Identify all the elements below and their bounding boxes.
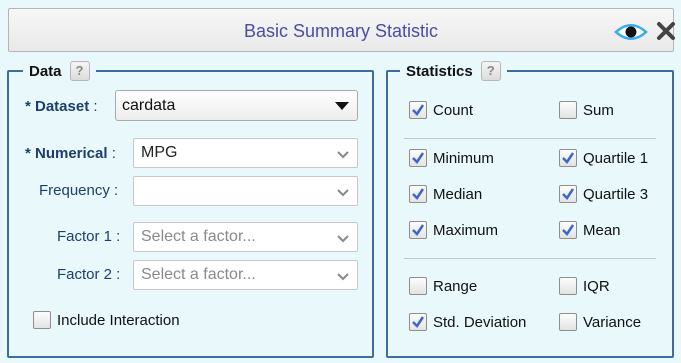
data-legend-title: Data: [29, 62, 62, 80]
factor2-select[interactable]: Select a factor...: [133, 260, 358, 290]
stat-quartile3-box[interactable]: [559, 185, 577, 203]
stat-mean-label: Mean: [583, 221, 621, 239]
numerical-select[interactable]: MPG: [133, 138, 358, 168]
stat-std-deviation-box[interactable]: [409, 313, 427, 331]
close-icon[interactable]: [656, 21, 676, 45]
factor1-label: Factor 1 :: [57, 228, 121, 245]
stat-count-box[interactable]: [409, 101, 427, 119]
frequency-select[interactable]: [133, 176, 358, 206]
stat-range-checkbox[interactable]: Range: [409, 277, 477, 295]
stat-iqr-label: IQR: [583, 277, 610, 295]
stat-sum-box[interactable]: [559, 101, 577, 119]
stat-sum-checkbox[interactable]: Sum: [559, 101, 614, 119]
frequency-label: Frequency :: [39, 182, 119, 199]
dialog-titlebar: Basic Summary Statistic: [8, 8, 676, 52]
stat-maximum-label: Maximum: [433, 221, 499, 239]
stat-std-deviation-label: Std. Deviation: [433, 313, 527, 331]
stat-maximum-checkbox[interactable]: Maximum: [409, 221, 498, 239]
stat-iqr-checkbox[interactable]: IQR: [559, 277, 610, 295]
include-interaction-checkbox[interactable]: Include Interaction: [33, 311, 180, 329]
stat-mean-checkbox[interactable]: Mean: [559, 221, 621, 239]
statistics-legend-title: Statistics: [406, 62, 473, 80]
stat-quartile1-checkbox[interactable]: Quartile 1: [559, 149, 648, 167]
chevron-down-icon: [337, 140, 349, 168]
dataset-label: * Dataset :: [25, 98, 98, 115]
stat-std-deviation-checkbox[interactable]: Std. Deviation: [409, 313, 526, 331]
divider: [404, 138, 656, 139]
stat-minimum-label: Minimum: [433, 149, 494, 167]
stat-median-box[interactable]: [409, 185, 427, 203]
stat-minimum-checkbox[interactable]: Minimum: [409, 149, 494, 167]
chevron-down-icon: [337, 224, 349, 252]
numerical-value: MPG: [141, 144, 178, 161]
stat-quartile1-box[interactable]: [559, 149, 577, 167]
stat-variance-box[interactable]: [559, 313, 577, 331]
dropdown-arrow-icon: [335, 102, 349, 110]
data-help-button[interactable]: ?: [69, 61, 90, 81]
statistics-help-button[interactable]: ?: [480, 61, 501, 81]
stat-mean-box[interactable]: [559, 221, 577, 239]
stat-quartile3-label: Quartile 3: [583, 185, 649, 203]
dialog-title: Basic Summary Statistic: [243, 21, 439, 41]
chevron-down-icon: [337, 178, 349, 206]
data-legend: Data ?: [23, 60, 96, 82]
stat-median-label: Median: [433, 185, 483, 203]
dataset-value: cardata: [122, 97, 176, 114]
include-interaction-label: Include Interaction: [57, 311, 180, 329]
chevron-down-icon: [337, 262, 349, 290]
stat-count-label: Count: [433, 101, 474, 119]
statistics-legend: Statistics ?: [400, 60, 507, 82]
stat-quartile3-checkbox[interactable]: Quartile 3: [559, 185, 648, 203]
stat-maximum-box[interactable]: [409, 221, 427, 239]
dataset-select[interactable]: cardata: [115, 90, 358, 121]
factor2-placeholder: Select a factor...: [141, 266, 256, 283]
stat-sum-label: Sum: [583, 101, 614, 119]
stat-iqr-box[interactable]: [559, 277, 577, 295]
stat-count-checkbox[interactable]: Count: [409, 101, 473, 119]
data-panel: Data ? * Dataset : cardata * Numerical :…: [7, 60, 374, 358]
stat-variance-checkbox[interactable]: Variance: [559, 313, 641, 331]
stat-range-box[interactable]: [409, 277, 427, 295]
factor1-placeholder: Select a factor...: [141, 228, 256, 245]
stat-minimum-box[interactable]: [409, 149, 427, 167]
stat-variance-label: Variance: [583, 313, 642, 331]
stat-quartile1-label: Quartile 1: [583, 149, 649, 167]
statistics-panel: Statistics ? Count Sum Minimum Quartile …: [386, 60, 674, 358]
divider: [404, 258, 656, 259]
stat-range-label: Range: [433, 277, 478, 295]
eye-icon[interactable]: [613, 22, 649, 46]
numerical-label: * Numerical :: [25, 145, 116, 162]
stat-median-checkbox[interactable]: Median: [409, 185, 482, 203]
factor2-label: Factor 2 :: [57, 266, 121, 283]
include-interaction-box[interactable]: [33, 311, 51, 329]
factor1-select[interactable]: Select a factor...: [133, 222, 358, 252]
